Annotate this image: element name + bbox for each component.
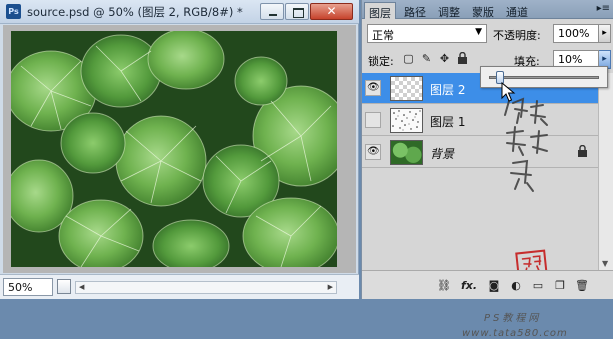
scroll-right-icon[interactable]: ▶ (328, 283, 333, 291)
close-button[interactable]: ✕ (310, 3, 353, 20)
calligraphy-signature (504, 97, 548, 192)
minimize-button[interactable] (260, 3, 284, 20)
group-icon[interactable]: ▭ (530, 278, 546, 293)
fill-slider-popup[interactable] (480, 66, 608, 88)
lock-position-icon[interactable]: ✥ (438, 52, 451, 65)
mask-icon[interactable]: ◙ (486, 278, 502, 293)
maximize-icon (286, 4, 308, 19)
lock-label: 锁定: (368, 55, 394, 68)
eye-icon: 👁 (367, 146, 380, 157)
layer-row-layer-1[interactable]: 图层 1 (362, 105, 598, 136)
tab-layers[interactable]: 图层 (364, 2, 396, 20)
photoshop-app-icon: Ps (6, 4, 21, 19)
minimize-icon (261, 4, 283, 19)
tab-channels[interactable]: 通道 (502, 2, 532, 19)
status-bar: 50% ◀ ▶ (0, 274, 359, 299)
layer-thumbnail (390, 140, 423, 165)
layers-scrollbar[interactable]: ▲ ▼ (598, 73, 613, 270)
visibility-toggle[interactable]: 👁 (365, 144, 381, 160)
maximize-button[interactable] (285, 3, 309, 20)
fx-icon[interactable]: fx. (460, 278, 478, 293)
layer-row-background[interactable]: 👁 背景 (362, 137, 598, 168)
panel-tabs: 图层 路径 调整 蒙版 通道 ▸≡ (362, 0, 613, 20)
zoom-level-field[interactable]: 50% (3, 278, 53, 296)
layers-list: 👁 图层 2 图层 1 👁 背景 PS教程网 www.tata580.com (362, 73, 613, 339)
document-window: Ps source.psd @ 50% (图层 2, RGB/8#) * ✕ 5… (0, 0, 359, 299)
layer-thumbnail (390, 108, 423, 133)
tab-paths[interactable]: 路径 (400, 2, 430, 19)
chevron-down-icon: ▼ (475, 27, 482, 37)
layer-thumbnail (390, 76, 423, 101)
eye-icon: 👁 (367, 82, 380, 93)
layers-panel: 图层 路径 调整 蒙版 通道 ▸≡ 正常 ▼ 不透明度: 100% ▸ 锁定: … (361, 0, 613, 339)
new-layer-icon[interactable]: ❐ (552, 278, 568, 293)
nasturtium-leaves-image[interactable] (11, 31, 337, 267)
blend-mode-select[interactable]: 正常 ▼ (367, 24, 487, 43)
opacity-slider-toggle[interactable]: ▸ (599, 24, 611, 43)
layer-name[interactable]: 图层 2 (430, 81, 465, 98)
link-icon[interactable]: ⛓ (436, 278, 452, 293)
document-title: source.psd @ 50% (图层 2, RGB/8#) * (27, 5, 243, 19)
tab-masks[interactable]: 蒙版 (468, 2, 498, 19)
document-info-icon[interactable] (57, 279, 71, 294)
document-titlebar[interactable]: Ps source.psd @ 50% (图层 2, RGB/8#) * ✕ (0, 0, 359, 24)
horizontal-scrollbar[interactable]: ◀ ▶ (75, 281, 337, 294)
watermark-url: www.tata580.com (462, 328, 568, 339)
mouse-pointer-icon (501, 82, 516, 102)
canvas-area[interactable] (3, 25, 356, 273)
scroll-left-icon[interactable]: ◀ (79, 283, 84, 291)
panel-menu-icon[interactable]: ▸≡ (597, 3, 610, 14)
opacity-input[interactable]: 100% (553, 24, 599, 43)
scroll-down-icon[interactable]: ▼ (602, 259, 608, 268)
trash-icon[interactable]: 🗑 (574, 278, 590, 293)
fill-slider-track[interactable] (489, 76, 599, 79)
visibility-toggle[interactable] (365, 112, 381, 128)
tab-adjustments[interactable]: 调整 (434, 2, 464, 19)
lock-image-pixels-icon[interactable]: ✎ (420, 52, 433, 65)
layer-name[interactable]: 背景 (430, 145, 454, 162)
opacity-label: 不透明度: (493, 29, 541, 42)
layers-bottom-bar: ⛓ fx. ◙ ◐ ▭ ❐ 🗑 (362, 270, 613, 299)
lock-all-icon[interactable] (456, 51, 469, 65)
blend-mode-value: 正常 (372, 29, 394, 42)
close-icon: ✕ (326, 4, 337, 18)
adjustment-icon[interactable]: ◐ (508, 278, 524, 293)
watermark-chinese: PS教程网 (484, 313, 542, 324)
visibility-toggle[interactable]: 👁 (365, 80, 381, 96)
lock-transparency-icon[interactable]: ▢ (402, 52, 415, 65)
lock-icon (577, 144, 588, 157)
layer-name[interactable]: 图层 1 (430, 113, 465, 130)
leaves-photo (11, 31, 337, 267)
